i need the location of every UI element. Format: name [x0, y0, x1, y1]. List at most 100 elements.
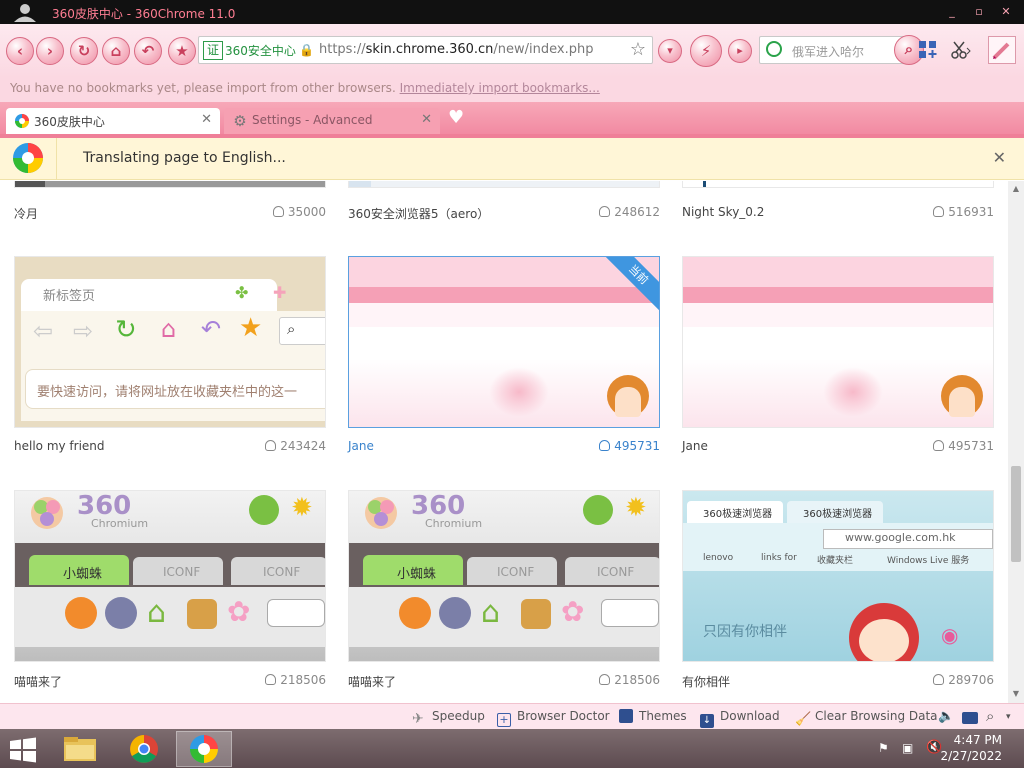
download-count-value: 218506 — [614, 673, 660, 687]
flower-logo-icon — [365, 497, 397, 529]
download-count-value: 495731 — [614, 439, 660, 453]
user-icon — [599, 440, 611, 451]
restore-button[interactable]: ▫ — [967, 3, 991, 20]
download-count: 243424 — [226, 439, 326, 453]
thumb-tab-label: 360极速浏览器 — [703, 509, 773, 520]
search-engine-icon[interactable] — [766, 41, 782, 57]
tab-settings-advanced[interactable]: ⚙ Settings - Advanced ✕ — [224, 108, 440, 134]
reload-button[interactable]: ↻ — [70, 37, 98, 65]
speed-mode-button[interactable]: ⚡ — [690, 35, 722, 67]
broom-icon: 🧹 — [795, 712, 812, 727]
scroll-down-arrow-icon[interactable]: ▼ — [1011, 689, 1021, 699]
dropdown-button[interactable]: ▾ — [658, 39, 682, 63]
skin-name[interactable]: 喵喵来了 — [348, 673, 396, 690]
download-button[interactable]: ↓ Download — [700, 709, 780, 728]
skin-thumb[interactable] — [682, 181, 994, 188]
skin-name[interactable]: Jane — [682, 439, 708, 453]
new-tab-button[interactable]: ♥ — [448, 107, 468, 128]
download-count: 495731 — [560, 439, 660, 453]
certificate-badge[interactable]: 证 — [203, 41, 224, 60]
clock[interactable]: 4:47 PM 2/27/2022 — [940, 732, 1002, 764]
skin-thumb-jane-current[interactable]: 当前 — [348, 256, 660, 428]
vertical-scrollbar[interactable]: ▲ ▼ — [1008, 181, 1024, 703]
minimize-button[interactable]: _ — [940, 3, 964, 20]
action-center-flag-icon[interactable]: ⚑ — [878, 741, 889, 755]
apps-grid-icon[interactable] — [918, 40, 938, 60]
close-infobar-icon[interactable]: ✕ — [993, 148, 1006, 167]
tab-skin-center[interactable]: 360皮肤中心 ✕ — [6, 108, 220, 134]
taskbar-chrome[interactable] — [116, 731, 172, 767]
skin-name[interactable]: 有你相伴 — [682, 673, 730, 690]
thumb-star-icon: ★ — [239, 313, 263, 343]
skin-thumb-jane[interactable] — [682, 256, 994, 428]
taskbar-360chrome[interactable] — [176, 731, 232, 767]
url-text[interactable]: https://skin.chrome.360.cn/new/index.php — [319, 42, 594, 57]
download-count-value: 516931 — [948, 205, 994, 219]
user-avatar-icon[interactable] — [10, 2, 40, 22]
skin-name[interactable]: Night Sky_0.2 — [682, 205, 764, 219]
search-input[interactable]: 俄军进入哈尔 — [792, 43, 872, 60]
skin-name[interactable]: hello my friend — [14, 439, 105, 453]
clear-data-button[interactable]: 🧹 Clear Browsing Data — [795, 709, 938, 727]
zoom-icon[interactable]: ⌕ — [986, 707, 994, 725]
thumb-tab-label: 小蜘蛛 — [397, 567, 437, 582]
search-icon: ⌕ — [904, 40, 914, 58]
heart-plus-icon: ♥ — [448, 107, 465, 128]
download-count: 218506 — [560, 673, 660, 687]
mode-dropdown-button[interactable]: ▸ — [728, 39, 752, 63]
network-tray-icon[interactable]: ▣ — [902, 741, 913, 755]
thumb-bookmark: Windows Live 服务 — [887, 556, 970, 566]
skin-thumb-meow[interactable]: 360 Chromium ✹ 小蜘蛛 ICONF ICONF ⌂ ✿ — [14, 490, 326, 662]
skin-thumb-hello-my-friend[interactable]: 新标签页 ✤ ✚ ⇦ ⇨ ↻ ⌂ ↶ ★ ⌕ 要快速访问，请将网址放在收藏夹栏中… — [14, 256, 326, 428]
thumb-tab-label: 小蜘蛛 — [63, 567, 103, 582]
skin-name-selected[interactable]: Jane — [348, 439, 374, 453]
taskbar-file-explorer[interactable] — [52, 731, 108, 767]
skin-menu-button[interactable] — [988, 36, 1016, 64]
close-tab-icon[interactable]: ✕ — [421, 112, 432, 127]
scrollbar-thumb[interactable] — [1011, 466, 1021, 562]
tab-strip: 360皮肤中心 ✕ ⚙ Settings - Advanced ✕ ♥ — [0, 102, 1024, 134]
browser-doctor-button[interactable]: + Browser Doctor — [497, 709, 610, 727]
skin-thumb[interactable] — [14, 181, 326, 188]
skin-thumb[interactable] — [348, 181, 660, 188]
skin-thumb-meow[interactable]: 360 Chromium ✹ 小蜘蛛 ICONF ICONF ⌂ ✿ — [348, 490, 660, 662]
browser-toolbar: ‹ › ↻ ⌂ ↶ ★ 证 360安全中心 🔒 https://skin.chr… — [0, 24, 1024, 78]
skin-thumb-with-you[interactable]: 360极速浏览器 360极速浏览器 www.google.com.hk leno… — [682, 490, 994, 662]
search-box[interactable]: 俄军进入哈尔 ⌕ — [759, 35, 924, 65]
close-window-button[interactable]: ✕ — [994, 3, 1018, 20]
folder-icon — [64, 737, 96, 761]
skin-name[interactable]: 冷月 — [14, 205, 38, 222]
bookmark-star-icon[interactable]: ☆ — [630, 39, 646, 60]
volume-icon[interactable]: 🔈 — [938, 709, 954, 724]
skin-name[interactable]: 360安全浏览器5（aero） — [348, 205, 489, 222]
forward-button[interactable]: › — [36, 37, 64, 65]
bookmarks-bar: You have no bookmarks yet, please import… — [0, 78, 1024, 102]
home-button[interactable]: ⌂ — [102, 37, 130, 65]
chevron-down-icon: ▾ — [667, 44, 673, 57]
favorites-button[interactable]: ★ — [168, 37, 196, 65]
undo-close-button[interactable]: ↶ — [134, 37, 162, 65]
no-bookmarks-message: You have no bookmarks yet, please import… — [10, 81, 396, 95]
scroll-up-arrow-icon[interactable]: ▲ — [1011, 184, 1021, 194]
lock-icon[interactable]: 🔒 — [299, 43, 314, 57]
scissors-icon[interactable] — [950, 40, 972, 60]
download-count: 35000 — [226, 205, 326, 219]
zoom-dropdown-icon[interactable]: ▾ — [1006, 712, 1011, 722]
import-bookmarks-link[interactable]: Immediately import bookmarks... — [400, 81, 600, 95]
skin-name[interactable]: 喵喵来了 — [14, 673, 62, 690]
speedup-button[interactable]: ✈ Speedup — [412, 709, 485, 726]
download-count: 495731 — [894, 439, 994, 453]
close-tab-icon[interactable]: ✕ — [201, 112, 212, 127]
windows-start-icon[interactable] — [8, 737, 38, 763]
translate-message: Translating page to English... — [83, 150, 286, 166]
themes-button[interactable]: Themes — [619, 709, 687, 723]
back-button[interactable]: ‹ — [6, 37, 34, 65]
themes-label: Themes — [639, 709, 687, 723]
thumb-hint-text: 要快速访问，请将网址放在收藏夹栏中的这一 — [37, 385, 298, 400]
thumb-tab2-label: 360极速浏览器 — [803, 509, 873, 520]
thumb-home-icon: ⌂ — [161, 315, 177, 343]
network-icon[interactable] — [962, 712, 978, 724]
address-bar[interactable]: 证 360安全中心 🔒 https://skin.chrome.360.cn/n… — [198, 36, 653, 64]
thumb-slogan: 只因有你相伴 — [703, 624, 787, 640]
flower-logo-icon — [31, 497, 63, 529]
